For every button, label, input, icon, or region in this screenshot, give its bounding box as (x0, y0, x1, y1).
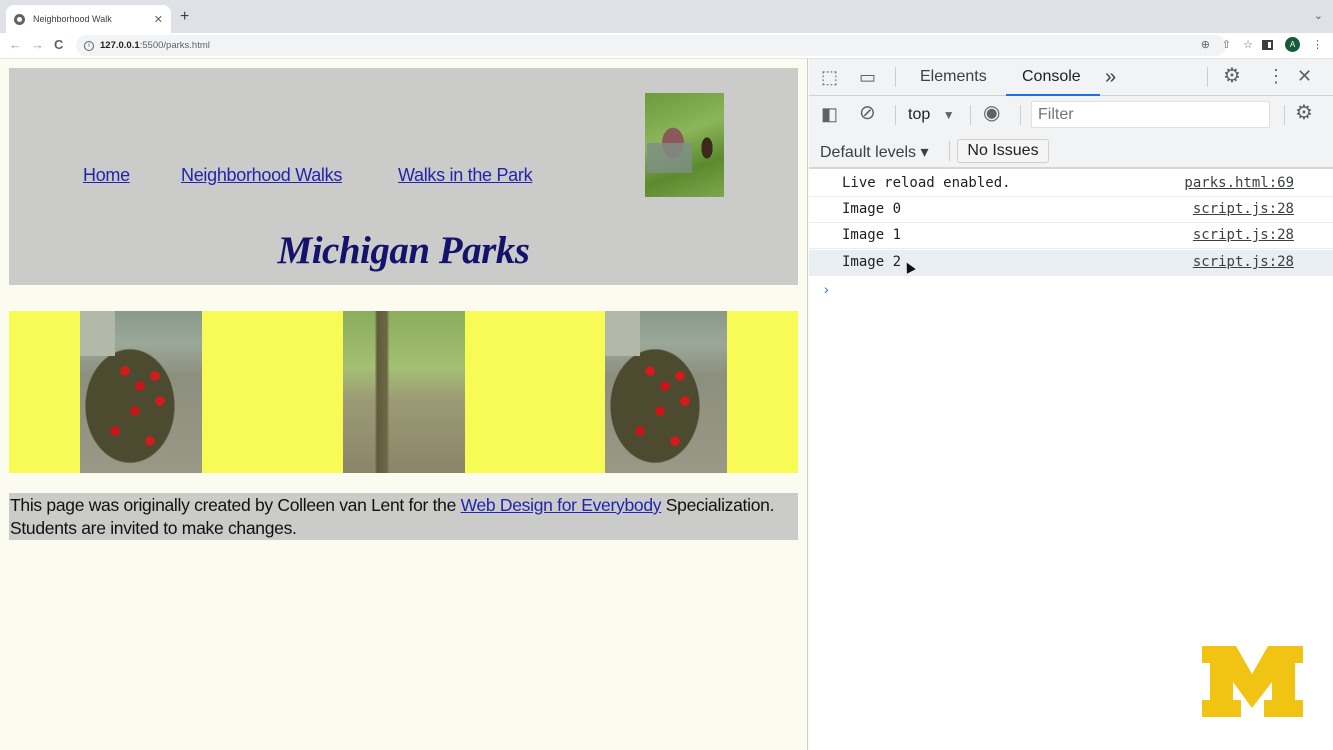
console-message-text: Image 2 (842, 254, 902, 270)
back-button[interactable]: ← (9, 37, 22, 52)
live-expression-eye-icon[interactable]: ◉ (983, 103, 1000, 123)
tab-console[interactable]: Console (1022, 68, 1081, 86)
close-devtools-icon[interactable]: ✕ (1297, 67, 1312, 85)
url-text: 127.0.0.1:5500/parks.html (100, 40, 210, 51)
issues-button[interactable]: No Issues (957, 139, 1049, 163)
console-source-link[interactable]: script.js:28 (1193, 201, 1294, 217)
divider (1284, 105, 1285, 125)
share-icon[interactable]: ⇧ (1222, 38, 1231, 51)
tab-search-chevron-icon[interactable]: ⌄ (1314, 9, 1323, 22)
tab-elements[interactable]: Elements (920, 68, 987, 86)
browser-tab[interactable]: Neighborhood Walk ✕ (6, 5, 171, 33)
console-prompt[interactable]: › (824, 281, 829, 297)
divider (949, 141, 950, 161)
console-message-text: Image 0 (842, 201, 902, 217)
gallery-image-tulips (80, 311, 202, 473)
image-gallery (9, 311, 798, 473)
page-header: Home Neighborhood Walks Walks in the Par… (9, 68, 798, 285)
console-message-text: Image 1 (842, 227, 902, 243)
extension-area: A ⋮ (1262, 37, 1323, 52)
console-message: Live reload enabled. parks.html:69 (809, 171, 1333, 197)
nav-link-walks-in-the-park[interactable]: Walks in the Park (398, 165, 533, 186)
nav-link-home[interactable]: Home (83, 165, 130, 186)
clear-console-icon[interactable]: ⊘ (859, 103, 876, 123)
bookmark-star-icon[interactable]: ☆ (1243, 38, 1253, 51)
new-tab-button[interactable]: + (180, 8, 189, 26)
site-info-icon[interactable]: i (84, 40, 94, 51)
console-message: Image 0 script.js:28 (809, 197, 1333, 223)
devtools-tabbar: ⬚ ▭ Elements Console » ⚙ ⋮ ✕ (809, 59, 1333, 96)
console-settings-gear-icon[interactable]: ⚙ (1295, 103, 1313, 123)
log-levels-dropdown[interactable]: Default levels ▾ (820, 142, 929, 162)
divider (1207, 67, 1208, 87)
address-bar[interactable]: i 127.0.0.1:5500/parks.html (76, 35, 1226, 56)
tab-title: Neighborhood Walk (33, 14, 112, 24)
console-source-link[interactable]: script.js:28 (1193, 254, 1294, 270)
url-host: 127.0.0.1 (100, 40, 140, 51)
profile-avatar[interactable]: A (1285, 37, 1300, 52)
sidebar-toggle-icon[interactable]: ◧ (821, 105, 838, 123)
reload-button[interactable]: C (54, 37, 63, 52)
page-footer: This page was originally created by Coll… (9, 493, 798, 540)
settings-gear-icon[interactable]: ⚙ (1223, 66, 1241, 86)
photo-wall (605, 311, 640, 356)
console-source-link[interactable]: parks.html:69 (1184, 175, 1294, 191)
context-selector[interactable]: top ▼ (908, 106, 955, 124)
divider (1020, 105, 1021, 125)
photo-slab (647, 143, 692, 173)
console-filter-input[interactable] (1031, 101, 1270, 128)
browser-menu-icon[interactable]: ⋮ (1312, 38, 1323, 51)
block-m-shape (1202, 646, 1303, 717)
console-message: Image 1 script.js:28 (809, 223, 1333, 249)
browser-tabstrip: Neighborhood Walk ✕ + ⌄ (0, 0, 1333, 33)
divider (895, 105, 896, 125)
divider (970, 105, 971, 125)
console-source-link[interactable]: script.js:28 (1193, 227, 1294, 243)
footer-link-web-design[interactable]: Web Design for Everybody (461, 495, 662, 515)
more-tabs-icon[interactable]: » (1105, 66, 1116, 89)
browser-toolbar: ← → C i 127.0.0.1:5500/parks.html ⊕ ⇧ ☆ … (0, 33, 1333, 59)
footer-text: This page was originally created by Coll… (10, 495, 461, 515)
inspect-element-icon[interactable]: ⬚ (821, 68, 838, 86)
header-photo (645, 93, 724, 197)
dropdown-caret-icon: ▼ (942, 108, 955, 122)
console-message-text: Live reload enabled. (842, 175, 1011, 191)
nav-link-neighborhood-walks[interactable]: Neighborhood Walks (181, 165, 342, 186)
console-message: Image 2 script.js:28 (809, 250, 1333, 276)
photo-wall (80, 311, 115, 356)
university-of-michigan-logo (1202, 646, 1303, 717)
gallery-image-tulips (605, 311, 727, 473)
device-toolbar-icon[interactable]: ▭ (859, 68, 876, 86)
context-label: top (908, 106, 931, 123)
close-tab-icon[interactable]: ✕ (154, 13, 163, 26)
devtools-menu-icon[interactable]: ⋮ (1267, 67, 1285, 85)
url-path: :5500/parks.html (139, 40, 210, 51)
divider (895, 67, 896, 87)
zoom-icon[interactable]: ⊕ (1201, 38, 1210, 51)
forward-button[interactable]: → (31, 37, 44, 52)
gallery-image-forest (343, 311, 465, 473)
globe-icon (14, 13, 25, 25)
side-panel-icon[interactable] (1262, 39, 1273, 50)
page-viewport: Home Neighborhood Walks Walks in the Par… (0, 59, 808, 750)
page-title: Michigan Parks (277, 229, 530, 272)
omnibox-actions: ⊕ ⇧ ☆ (1201, 38, 1253, 51)
